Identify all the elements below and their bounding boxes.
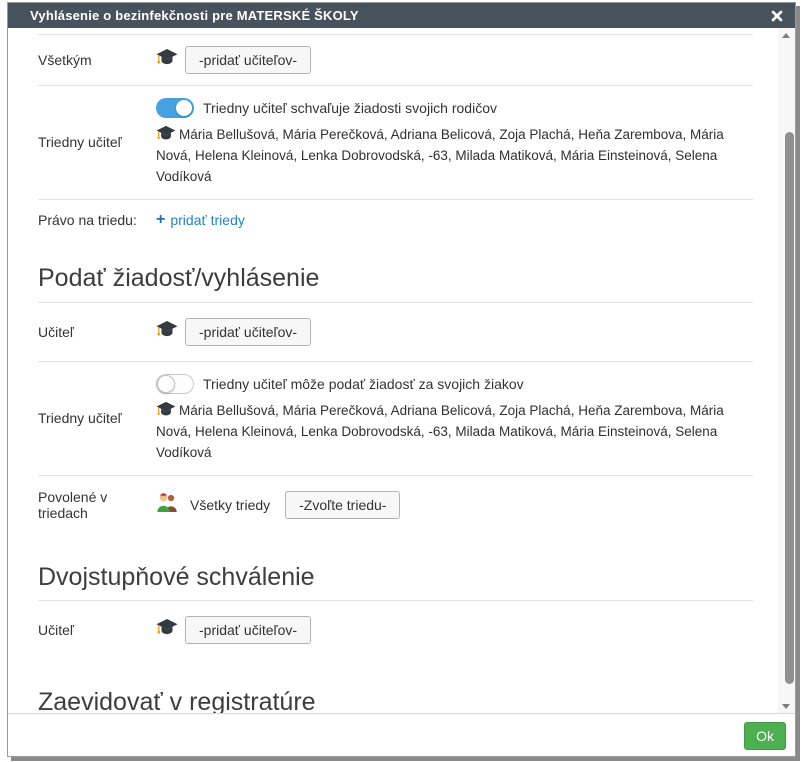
row-everyone-label: Všetkým xyxy=(38,52,156,68)
add-classes-link[interactable]: pridať triedy xyxy=(170,212,245,228)
add-teachers-button[interactable]: -pridať učiteľov- xyxy=(185,318,311,346)
row-everyone: Všetkým -pridať učiteľov- xyxy=(38,34,753,86)
row-teacher-approve: Učiteľ -pridať učiteľov- xyxy=(38,601,753,660)
graduation-cap-icon xyxy=(156,320,178,344)
toggle-class-teacher-can-submit-label: Triedny učiteľ môže podať žiadosť za svo… xyxy=(203,376,524,392)
graduation-cap-icon xyxy=(156,48,178,72)
scrollbar[interactable] xyxy=(778,28,795,713)
teacher-names-list: Mária Bellušová, Mária Perečková, Adrian… xyxy=(156,400,753,463)
row-class-right: Právo na triedu: + pridať triedy xyxy=(38,200,753,242)
toggle-knob xyxy=(157,375,175,393)
dialog-footer: Ok xyxy=(8,713,795,756)
teacher-names-text: Mária Bellušová, Mária Perečková, Adrian… xyxy=(156,127,724,184)
teacher-names-list: Mária Bellušová, Mária Perečková, Adrian… xyxy=(156,124,753,187)
row-class-teacher-submit-label: Triedny učiteľ xyxy=(38,410,156,426)
row-allowed-classes: Povolené v triedach Všetky triedy -Zvoľt… xyxy=(38,476,753,535)
close-icon[interactable] xyxy=(771,10,783,22)
graduation-cap-icon xyxy=(156,403,179,418)
graduation-cap-icon xyxy=(156,618,178,642)
toggle-knob xyxy=(176,100,192,116)
dialog-content: Všetkým -pridať učiteľov- Triedny učiteľ xyxy=(8,28,795,713)
plus-icon: + xyxy=(156,212,165,228)
all-classes-value: Všetky triedy xyxy=(190,497,270,513)
choose-class-button[interactable]: -Zvoľte triedu- xyxy=(285,491,400,519)
toggle-class-teacher-approves-label: Triedny učiteľ schvaľuje žiadosti svojic… xyxy=(203,100,497,116)
row-teacher-submit: Učiteľ -pridať učiteľov- xyxy=(38,303,753,362)
dialog-title: Vyhlásenie o bezinfekčnosti pre MATERSKÉ… xyxy=(30,8,359,23)
row-class-teacher-approve-label: Triedny učiteľ xyxy=(38,134,156,150)
scrollbar-thumb[interactable] xyxy=(785,132,794,684)
scroll-up-arrow-icon[interactable] xyxy=(778,28,795,42)
section-heading-submit: Podať žiadosť/vyhlásenie xyxy=(38,264,753,303)
add-teachers-button[interactable]: -pridať učiteľov- xyxy=(185,46,311,74)
dialog-titlebar: Vyhlásenie o bezinfekčnosti pre MATERSKÉ… xyxy=(8,3,795,28)
students-icon xyxy=(156,492,179,518)
toggle-class-teacher-can-submit[interactable] xyxy=(156,374,194,394)
section-heading-registry: Zaevidovať v registratúre xyxy=(38,688,753,713)
graduation-cap-icon xyxy=(156,127,179,142)
row-class-right-label: Právo na triedu: xyxy=(38,212,156,228)
ok-button[interactable]: Ok xyxy=(744,722,786,750)
teacher-names-text: Mária Bellušová, Mária Perečková, Adrian… xyxy=(156,403,724,460)
modal-dialog: Vyhlásenie o bezinfekčnosti pre MATERSKÉ… xyxy=(7,2,796,757)
toggle-class-teacher-approves[interactable] xyxy=(156,98,194,118)
row-class-teacher-approve: Triedny učiteľ Triedny učiteľ schvaľuje … xyxy=(38,86,753,200)
row-allowed-classes-label: Povolené v triedach xyxy=(38,489,156,521)
add-teachers-button[interactable]: -pridať učiteľov- xyxy=(185,616,311,644)
section-heading-two-step: Dvojstupňové schválenie xyxy=(38,563,753,601)
scroll-down-arrow-icon[interactable] xyxy=(778,699,795,713)
page: Vyhlásenie o bezinfekčnosti pre MATERSKÉ… xyxy=(0,0,802,762)
row-teacher-submit-label: Učiteľ xyxy=(38,324,156,340)
row-teacher-approve-label: Učiteľ xyxy=(38,622,156,638)
row-class-teacher-submit: Triedny učiteľ Triedny učiteľ môže podať… xyxy=(38,362,753,476)
